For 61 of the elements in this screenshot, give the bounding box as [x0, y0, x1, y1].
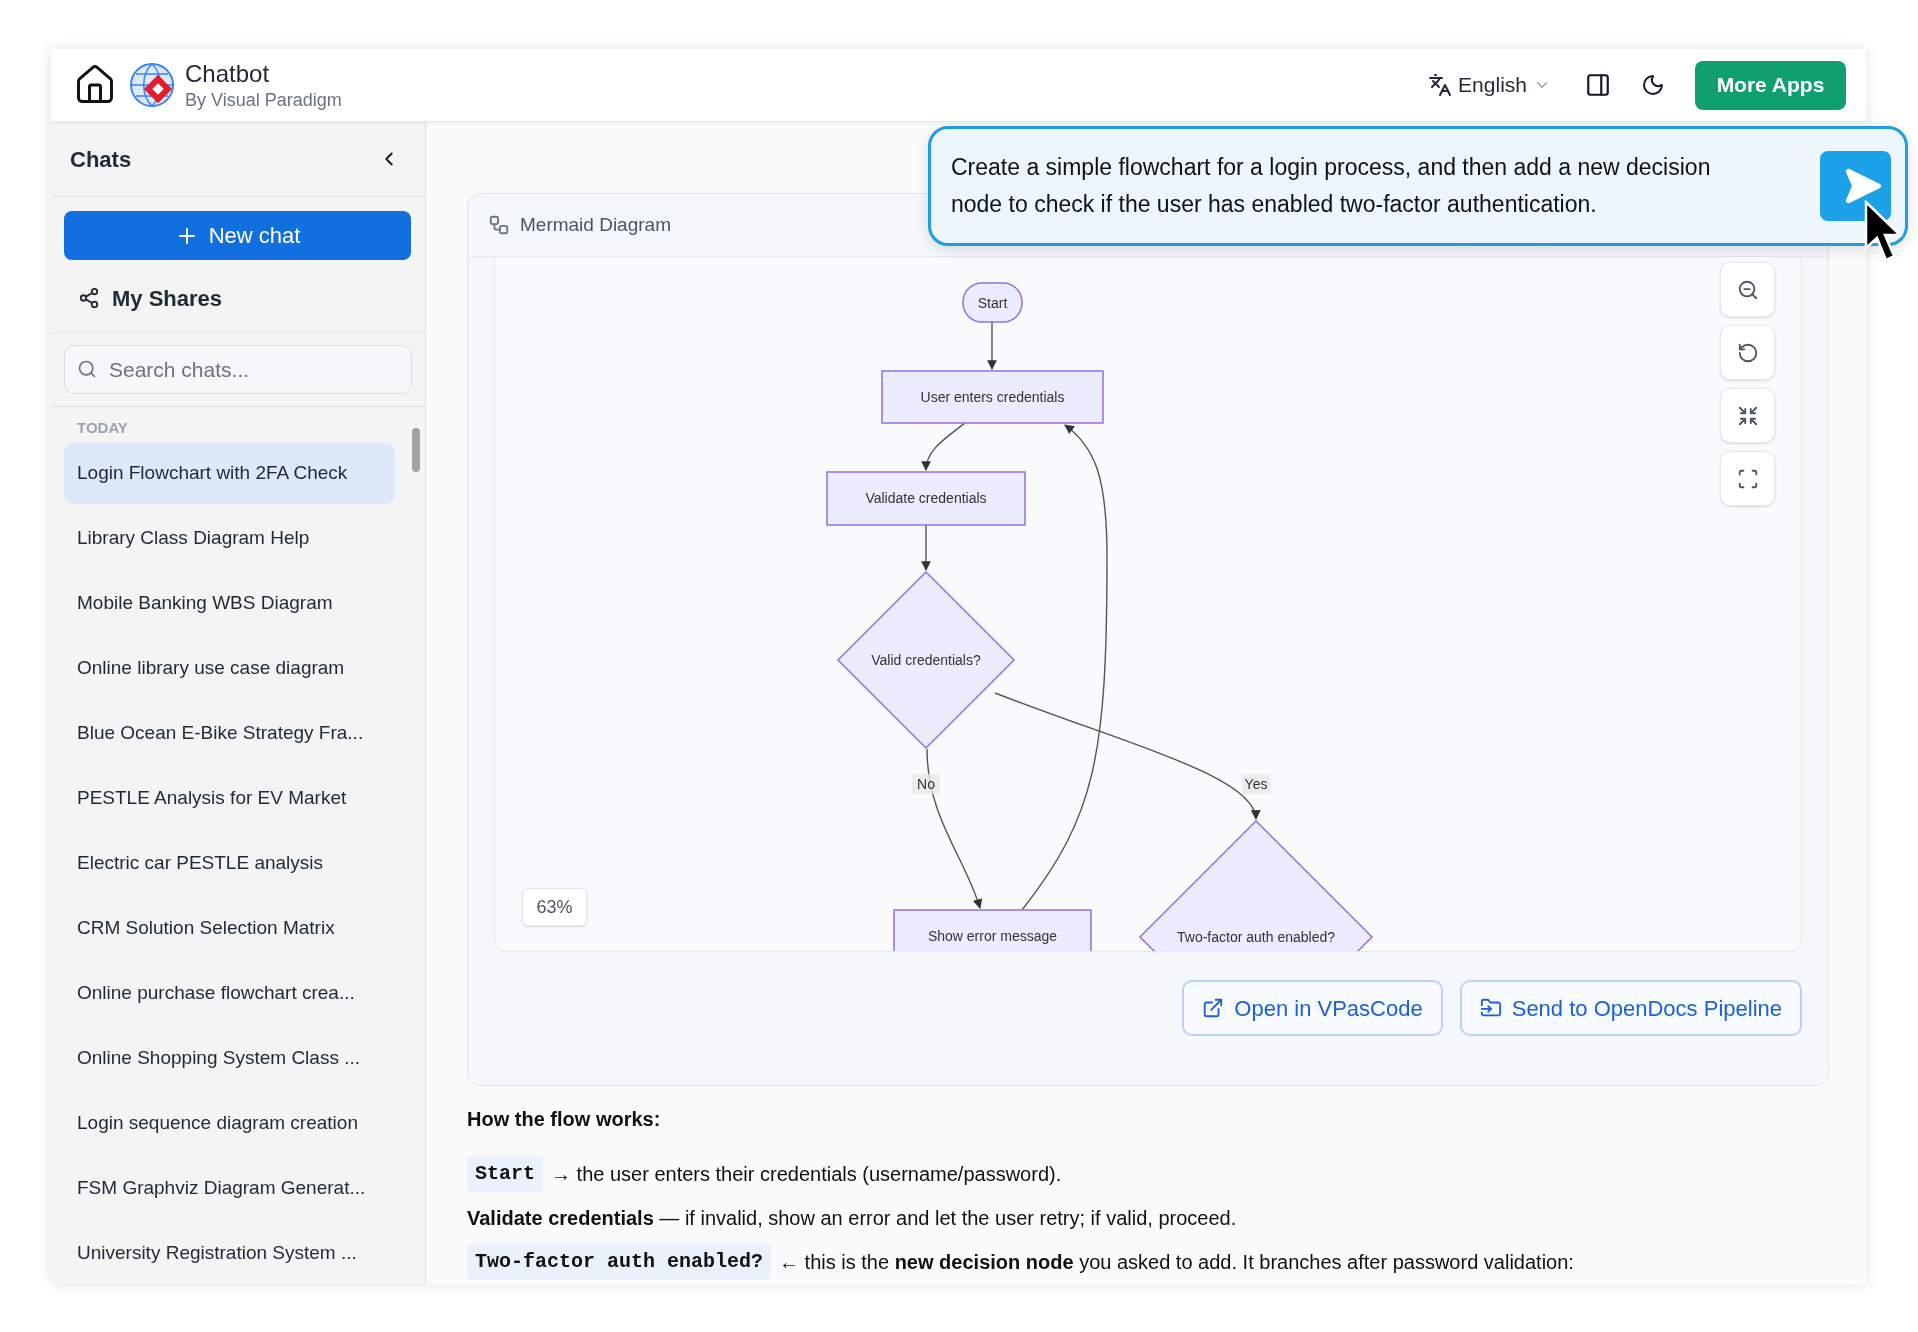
rotate-icon: [1736, 341, 1759, 364]
connector-arrow: [987, 321, 997, 370]
chat-item[interactable]: CRM Solution Selection Matrix: [64, 898, 395, 959]
chat-item[interactable]: Online Shopping System Class ...: [64, 1028, 395, 1089]
language-selector[interactable]: English: [1428, 69, 1551, 101]
external-link-icon: [1202, 997, 1225, 1019]
decision-node: Two-factor auth enabled?: [1138, 819, 1374, 951]
chat-item[interactable]: Electric car PESTLE analysis: [64, 833, 395, 894]
edge-label: No: [912, 774, 940, 794]
reset-button[interactable]: [1720, 325, 1775, 380]
chat-item[interactable]: Online library use case diagram: [64, 638, 395, 699]
terminal-node: Start: [962, 282, 1023, 323]
sidebar-title: Chats: [70, 145, 132, 174]
section-label: TODAY: [76, 418, 129, 438]
shrink-button[interactable]: [1720, 388, 1775, 443]
app-subtitle: By Visual Paradigm: [185, 88, 342, 112]
my-shares-link[interactable]: My Shares: [64, 276, 223, 320]
prompt-text: Create a simple flowchart for a login process, and then add a new decision node to check if the user has enabled two-factor authentication.: [951, 153, 1712, 219]
chat-item[interactable]: University Registration System ...: [64, 1223, 395, 1284]
chat-item[interactable]: PESTLE Analysis for EV Market: [64, 768, 395, 829]
share-icon: [78, 287, 100, 309]
diagram-icon: [488, 214, 510, 236]
app-title: Chatbot: [185, 58, 271, 89]
card-title: Mermaid Diagram: [520, 212, 671, 237]
connector-arrow: [921, 524, 931, 571]
logo-icon: [129, 62, 175, 108]
edge-label: Yes: [1242, 774, 1270, 794]
fullscreen-icon: [1736, 467, 1759, 490]
chat-item[interactable]: Blue Ocean E-Bike Strategy Fra...: [64, 703, 395, 764]
section-heading: How the flow works:: [467, 1107, 662, 1132]
search-icon: [77, 359, 97, 379]
chat-item[interactable]: Mobile Banking WBS Diagram: [64, 573, 395, 634]
zoom-out-icon: [1736, 278, 1759, 301]
process-node: User enters credentials: [881, 370, 1104, 424]
new-chat-button[interactable]: New chat: [64, 211, 411, 260]
translate-icon: [1428, 73, 1453, 97]
process-node: Validate credentials: [826, 471, 1026, 526]
code-snippet: Start: [467, 1155, 543, 1192]
explanation-text: Validate credentials — if invalid, show an error and let the user retry; if valid, proceed.: [467, 1205, 1237, 1231]
send-button[interactable]: [1820, 151, 1891, 221]
search-field[interactable]: Search chats...: [64, 345, 412, 394]
moon-icon[interactable]: [1641, 73, 1665, 97]
chat-item[interactable]: Online purchase flowchart crea...: [64, 963, 395, 1024]
explanation-text: ← this is the new decision node you asked to add. It branches after password validation:: [779, 1249, 1574, 1275]
chat-item[interactable]: Library Class Diagram Help: [64, 508, 395, 569]
zoom-level: 63%: [522, 888, 587, 926]
chat-item[interactable]: Login Flowchart with 2FA Check: [64, 443, 395, 504]
explanation-text: → the user enters their credentials (username/password).: [551, 1161, 1062, 1187]
shrink-icon: [1736, 404, 1759, 427]
decision-node: Valid credentials?: [836, 570, 1016, 750]
action-button[interactable]: Send to OpenDocs Pipeline: [1459, 980, 1802, 1036]
process-node: Show error message: [893, 909, 1092, 951]
code-snippet: Two-factor auth enabled?: [467, 1243, 772, 1280]
connector-arrow: [921, 422, 966, 471]
chat-item[interactable]: Login sequence diagram creation: [64, 1093, 395, 1154]
panel-icon[interactable]: [1585, 72, 1611, 98]
chat-item[interactable]: FSM Graphviz Diagram Generat...: [64, 1158, 395, 1219]
scrollbar[interactable]: [412, 428, 420, 472]
action-button[interactable]: Open in VPasCode: [1182, 980, 1443, 1036]
folder-arrow-icon: [1479, 997, 1502, 1019]
zoom-out-button[interactable]: [1720, 262, 1775, 317]
